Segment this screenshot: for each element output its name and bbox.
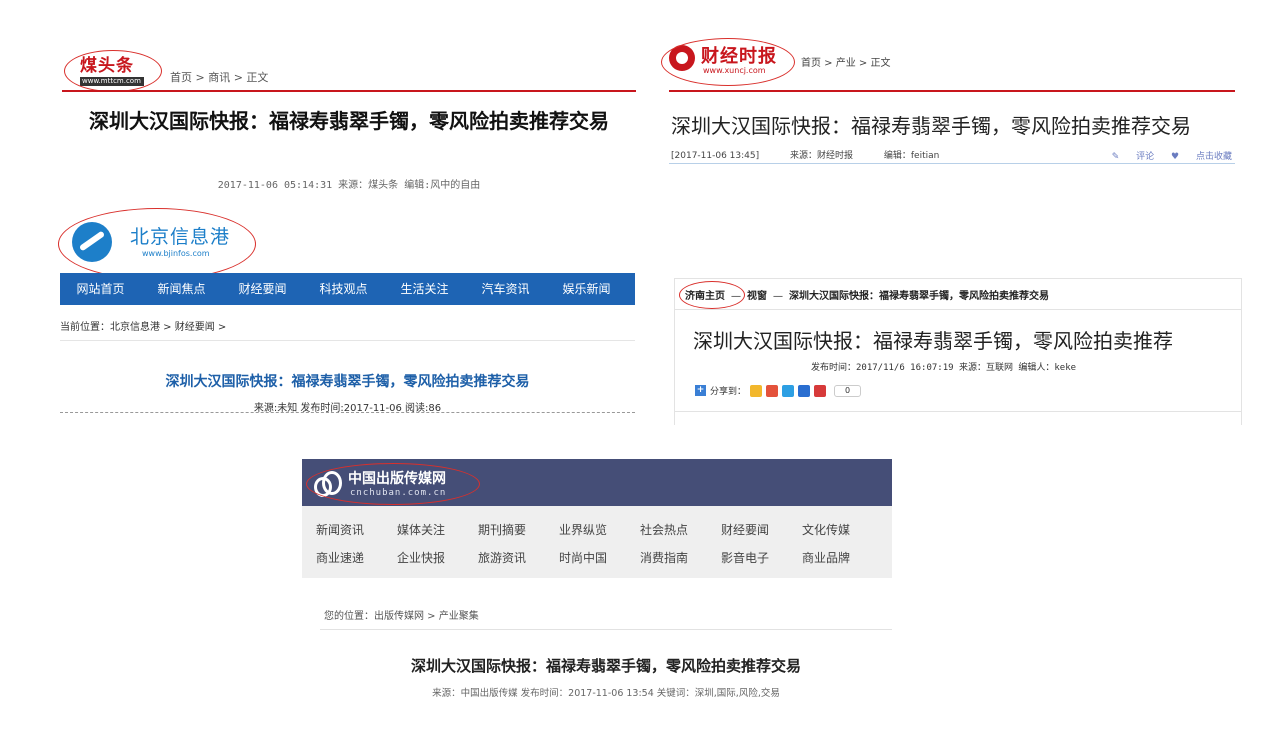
article-meta: 发布时间：2017/11/6 16:07:19 来源：互联网 编辑人：keke	[811, 363, 1077, 373]
menu-item[interactable]: 新闻资讯	[316, 521, 397, 538]
share-plus-icon[interactable]: +	[695, 385, 706, 396]
nav-item[interactable]: 网站首页	[60, 273, 141, 305]
weibo-icon[interactable]	[766, 384, 779, 397]
menu-item[interactable]: 影音电子	[721, 549, 802, 566]
divider	[675, 309, 1241, 310]
divider	[669, 90, 1235, 92]
nav-item[interactable]: 科技观点	[303, 273, 384, 305]
divider	[675, 411, 1241, 412]
cnchuban-logo-icon[interactable]	[314, 469, 342, 497]
menu-row: 新闻资讯 媒体关注 期刊摘要 业界纵览 社会热点 财经要闻 文化传媒	[316, 521, 883, 538]
main-nav: 网站首页 新闻焦点 财经要闻 科技观点 生活关注 汽车资讯 娱乐新闻	[60, 273, 635, 305]
share-count: 0	[834, 384, 862, 397]
article-editor: 编辑：feitian	[883, 151, 940, 161]
breadcrumb-section[interactable]: 视窗	[747, 291, 767, 302]
mttcm-logo-text: 煤头条	[80, 56, 134, 76]
menu-item[interactable]: 业界纵览	[559, 521, 640, 538]
xuncj-logo[interactable]: 财经时报 www.xuncj.com	[669, 42, 787, 76]
comment-link[interactable]: ✎ 评论	[1112, 152, 1154, 162]
nav-item[interactable]: 财经要闻	[222, 273, 303, 305]
article-meta: [2017-11-06 13:45] 来源：财经时报 编辑：feitian	[671, 148, 967, 161]
site-header: 中国出版传媒网 cnchuban.com.cn	[302, 459, 892, 506]
article-title: 深圳大汉国际快报：福禄寿翡翠手镯，零风险拍卖推荐交易	[165, 374, 530, 390]
breadcrumb[interactable]: 当前位置：北京信息港 > 财经要闻 >	[60, 318, 226, 333]
article-header: 深圳大汉国际快报：福禄寿翡翠手镯，零风险拍卖推荐交易 来源:未知 发布时间:20…	[60, 340, 635, 414]
article-date: [2017-11-06 13:45]	[671, 151, 760, 161]
divider	[669, 163, 1235, 164]
breadcrumb[interactable]: 首页 > 商讯 > 正文	[170, 69, 268, 85]
article-title: 深圳大汉国际快报：福禄寿翡翠手镯，零风险拍卖推荐交易	[89, 109, 609, 133]
xuncj-logo-text: 财经时报	[701, 46, 777, 67]
article-source: 来源：财经时报	[790, 151, 854, 161]
menu-item[interactable]: 期刊摘要	[478, 521, 559, 538]
menu-item[interactable]: 消费指南	[640, 549, 721, 566]
favorite-link[interactable]: ♥ 点击收藏	[1171, 152, 1232, 162]
article-actions: ✎ 评论 ♥ 点击收藏	[1098, 149, 1232, 162]
bjinfos-logo-url: www.bjinfos.com	[142, 249, 210, 258]
share-bar: + 分享到： 0	[695, 384, 862, 397]
xuncj-logo-icon	[669, 45, 695, 71]
qzone-icon[interactable]	[750, 384, 763, 397]
divider	[60, 412, 635, 413]
menu-item[interactable]: 企业快报	[397, 549, 478, 566]
bjinfos-logo-icon[interactable]	[72, 222, 112, 262]
article-meta: 来源：中国出版传媒 发布时间：2017-11-06 13:54 关键词：深圳,国…	[432, 688, 780, 699]
menu-item[interactable]: 社会热点	[640, 521, 721, 538]
article-title: 深圳大汉国际快报：福禄寿翡翠手镯，零风险拍卖推荐交易	[410, 657, 801, 675]
nav-item[interactable]: 娱乐新闻	[546, 273, 627, 305]
mttcm-logo-url: www.mttcm.com	[80, 77, 144, 86]
menu-item[interactable]: 旅游资讯	[478, 549, 559, 566]
xuncj-article-panel: 财经时报 www.xuncj.com 首页 > 产业 > 正文 深圳大汉国际快报…	[661, 36, 1238, 176]
menu-item[interactable]: 文化传媒	[802, 521, 883, 538]
nav-item[interactable]: 汽车资讯	[465, 273, 546, 305]
breadcrumb: 济南主页 — 视窗 — 深圳大汉国际快报：福禄寿翡翠手镯，零风险拍卖推荐交易	[685, 287, 1049, 302]
menu-item[interactable]: 媒体关注	[397, 521, 478, 538]
mttcm-article-panel: 煤头条 www.mttcm.com 首页 > 商讯 > 正文 深圳大汉国际快报：…	[62, 48, 636, 198]
divider	[62, 90, 636, 92]
article-title: 深圳大汉国际快报：福禄寿翡翠手镯，零风险拍卖推荐交易	[671, 114, 1191, 138]
menu-item[interactable]: 财经要闻	[721, 521, 802, 538]
article-meta: 2017-11-06 05:14:31 来源：煤头条 编辑:风中的自由	[217, 180, 481, 191]
menu-row: 商业速递 企业快报 旅游资讯 时尚中国 消费指南 影音电子 商业品牌	[316, 549, 883, 566]
cnchuban-logo-url: cnchuban.com.cn	[350, 488, 447, 498]
menu-item[interactable]: 商业速递	[316, 549, 397, 566]
cnchuban-logo-text[interactable]: 中国出版传媒网	[348, 468, 446, 488]
bjinfos-article-panel: 北京信息港 www.bjinfos.com 网站首页 新闻焦点 财经要闻 科技观…	[58, 206, 635, 424]
divider	[320, 629, 892, 630]
breadcrumb[interactable]: 您的位置：出版传媒网 > 产业聚集	[324, 607, 479, 622]
xuncj-logo-url: www.xuncj.com	[703, 66, 766, 75]
menu-item[interactable]: 时尚中国	[559, 549, 640, 566]
renren-icon[interactable]	[798, 384, 811, 397]
comment-label: 评论	[1136, 152, 1155, 162]
bjinfos-logo-text[interactable]: 北京信息港	[130, 222, 230, 249]
article-title: 深圳大汉国际快报：福禄寿翡翠手镯，零风险拍卖推荐	[693, 329, 1173, 353]
jinan-article-panel: 济南主页 — 视窗 — 深圳大汉国际快报：福禄寿翡翠手镯，零风险拍卖推荐交易 深圳大汉国…	[674, 278, 1242, 425]
mttcm-logo[interactable]: 煤头条 www.mttcm.com	[80, 56, 144, 90]
breadcrumb-separator: —	[773, 291, 783, 302]
tencent-weibo-icon[interactable]	[782, 384, 795, 397]
breadcrumb-title: 深圳大汉国际快报：福禄寿翡翠手镯，零风险拍卖推荐交易	[789, 291, 1049, 302]
breadcrumb-separator: —	[731, 291, 741, 302]
favorite-label: 点击收藏	[1195, 152, 1232, 162]
nav-item[interactable]: 新闻焦点	[141, 273, 222, 305]
nav-item[interactable]: 生活关注	[384, 273, 465, 305]
breadcrumb[interactable]: 首页 > 产业 > 正文	[801, 54, 890, 69]
menu-item[interactable]: 商业品牌	[802, 549, 883, 566]
share-label: 分享到：	[710, 387, 747, 397]
category-menu: 新闻资讯 媒体关注 期刊摘要 业界纵览 社会热点 财经要闻 文化传媒 商业速递 …	[302, 506, 892, 578]
breadcrumb-home[interactable]: 济南主页	[685, 291, 725, 302]
cnchuban-article-panel: 中国出版传媒网 cnchuban.com.cn 新闻资讯 媒体关注 期刊摘要 业…	[302, 459, 892, 709]
douban-icon[interactable]	[814, 384, 827, 397]
